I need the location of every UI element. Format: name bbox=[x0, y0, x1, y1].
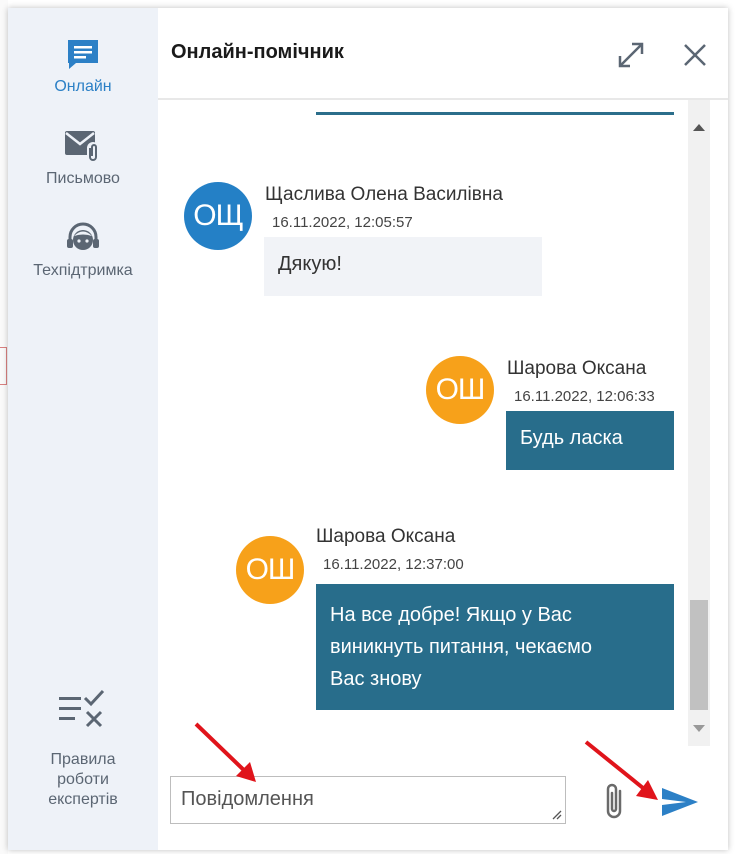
message-time: 16.11.2022, 12:37:00 bbox=[323, 556, 464, 573]
headset-icon bbox=[67, 222, 99, 250]
sidebar-item-label: Письмово bbox=[46, 170, 120, 187]
message-time: 16.11.2022, 12:06:33 bbox=[514, 388, 655, 405]
message-text: Дякую! bbox=[278, 253, 342, 275]
message-bubble: Дякую! bbox=[264, 237, 542, 296]
send-icon[interactable] bbox=[660, 786, 700, 818]
avatar: ОШ bbox=[236, 536, 304, 604]
close-icon[interactable] bbox=[680, 40, 710, 70]
message-text: Будь ласка bbox=[520, 427, 623, 449]
panel-header: Онлайн-помічник bbox=[158, 8, 728, 100]
scroll-up-arrow-icon[interactable] bbox=[693, 124, 705, 131]
divider-line bbox=[316, 112, 674, 115]
chat-scrollbar[interactable] bbox=[688, 100, 710, 746]
background-red-box bbox=[0, 347, 7, 385]
message-bubble: На все добре! Якщо у Вас виникнуть питан… bbox=[316, 584, 674, 710]
rules-label-line3: експертів bbox=[48, 791, 118, 808]
avatar: ОЩ bbox=[184, 182, 252, 250]
sidebar-item-online[interactable]: Онлайн bbox=[8, 38, 158, 96]
message-bubble: Будь ласка bbox=[506, 411, 674, 470]
message-author: Шарова Оксана bbox=[507, 358, 647, 379]
sidebar-item-expert-rules[interactable]: Правила роботи експертів bbox=[8, 688, 158, 810]
avatar: ОШ bbox=[426, 356, 494, 424]
sidebar-item-label: Техпідтримка bbox=[33, 262, 133, 279]
assistant-widget: Онлайн Письмово Техпідтримка Правила роб… bbox=[8, 8, 728, 850]
message-text-line: Вас знову bbox=[330, 668, 422, 690]
scroll-down-arrow-icon[interactable] bbox=[693, 725, 705, 732]
scrollbar-thumb[interactable] bbox=[690, 600, 708, 710]
chat-panel: Онлайн-помічник ОЩ Щаслива Олена Василів… bbox=[158, 8, 728, 850]
sidebar-item-label: Онлайн bbox=[54, 78, 112, 95]
sidebar-item-written[interactable]: Письмово bbox=[8, 128, 158, 188]
rules-label-line2: роботи bbox=[57, 771, 109, 788]
background-page bbox=[0, 0, 8, 854]
message-input[interactable] bbox=[171, 777, 565, 823]
resize-grip-icon[interactable] bbox=[550, 808, 562, 820]
message-text-line: виникнуть питання, чекаємо bbox=[330, 636, 592, 658]
sidebar: Онлайн Письмово Техпідтримка Правила роб… bbox=[8, 8, 158, 850]
message-input-box bbox=[170, 776, 566, 824]
paperclip-icon[interactable] bbox=[601, 781, 627, 821]
chat-icon bbox=[68, 40, 98, 69]
panel-title: Онлайн-помічник bbox=[171, 41, 344, 63]
rules-label-line1: Правила bbox=[50, 751, 116, 768]
message-author: Шарова Оксана bbox=[316, 526, 456, 547]
message-list: ОЩ Щаслива Олена Василівна 16.11.2022, 1… bbox=[158, 100, 688, 746]
message-text-line: На все добре! Якщо у Вас bbox=[330, 604, 572, 626]
message-time: 16.11.2022, 12:05:57 bbox=[272, 214, 413, 231]
expand-icon[interactable] bbox=[616, 40, 646, 70]
message-author: Щаслива Олена Василівна bbox=[265, 184, 503, 205]
mail-attach-icon bbox=[65, 131, 99, 162]
list-check-icon bbox=[59, 689, 105, 728]
sidebar-item-support[interactable]: Техпідтримка bbox=[8, 222, 158, 280]
